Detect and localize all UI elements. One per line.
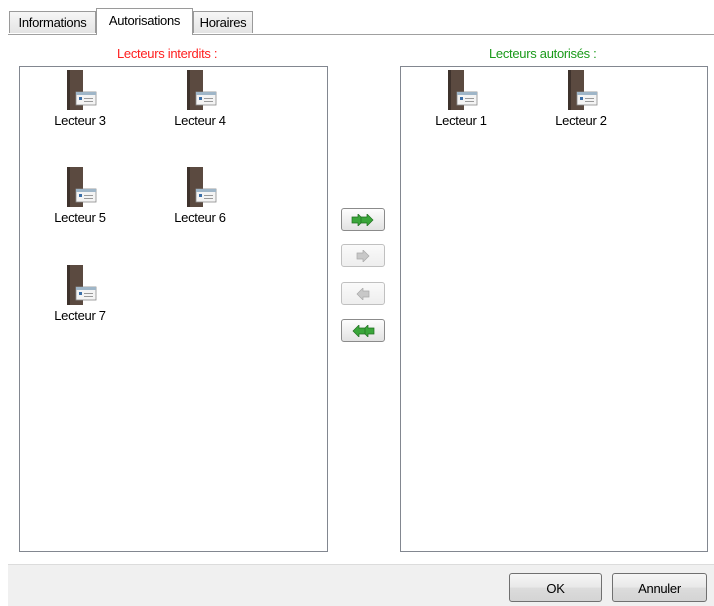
double-arrow-right-icon xyxy=(351,213,374,226)
move-left-button[interactable] xyxy=(341,282,385,305)
reader-label: Lecteur 4 xyxy=(174,113,226,128)
reader-item[interactable]: Lecteur 3 xyxy=(30,67,130,137)
reader-item[interactable]: Lecteur 6 xyxy=(150,164,250,234)
tab-autorisations[interactable]: Autorisations xyxy=(96,8,193,35)
allowed-readers-title: Lecteurs autorisés : xyxy=(489,46,597,61)
reader-item[interactable]: Lecteur 1 xyxy=(411,67,511,137)
reader-item[interactable]: Lecteur 2 xyxy=(531,67,631,137)
reader-label: Lecteur 1 xyxy=(435,113,487,128)
card-reader-icon xyxy=(183,167,217,207)
card-reader-icon xyxy=(63,265,97,305)
forbidden-readers-list[interactable]: Lecteur 3 Lecteur 4 Lecteur 5 Lecteur 6 … xyxy=(19,66,328,552)
reader-item[interactable]: Lecteur 5 xyxy=(30,164,130,234)
card-reader-icon xyxy=(183,70,217,110)
tab-informations[interactable]: Informations xyxy=(9,11,96,33)
cancel-button[interactable]: Annuler xyxy=(612,573,707,602)
arrow-right-icon xyxy=(356,249,370,262)
reader-item[interactable]: Lecteur 7 xyxy=(30,262,130,332)
reader-label: Lecteur 2 xyxy=(555,113,607,128)
tab-bar: Informations Autorisations Horaires xyxy=(0,0,714,36)
dialog-footer xyxy=(8,564,714,606)
card-reader-icon xyxy=(63,70,97,110)
tab-horaires[interactable]: Horaires xyxy=(193,11,253,33)
arrow-left-icon xyxy=(356,287,370,300)
reader-label: Lecteur 5 xyxy=(54,210,106,225)
move-all-left-button[interactable] xyxy=(341,319,385,342)
move-all-right-button[interactable] xyxy=(341,208,385,231)
reader-label: Lecteur 3 xyxy=(54,113,106,128)
card-reader-icon xyxy=(444,70,478,110)
card-reader-icon xyxy=(564,70,598,110)
ok-button[interactable]: OK xyxy=(509,573,602,602)
move-right-button[interactable] xyxy=(341,244,385,267)
reader-label: Lecteur 6 xyxy=(174,210,226,225)
reader-label: Lecteur 7 xyxy=(54,308,106,323)
allowed-readers-list[interactable]: Lecteur 1 Lecteur 2 xyxy=(400,66,708,552)
card-reader-icon xyxy=(63,167,97,207)
reader-item[interactable]: Lecteur 4 xyxy=(150,67,250,137)
double-arrow-left-icon xyxy=(352,324,375,337)
forbidden-readers-title: Lecteurs interdits : xyxy=(117,46,218,61)
